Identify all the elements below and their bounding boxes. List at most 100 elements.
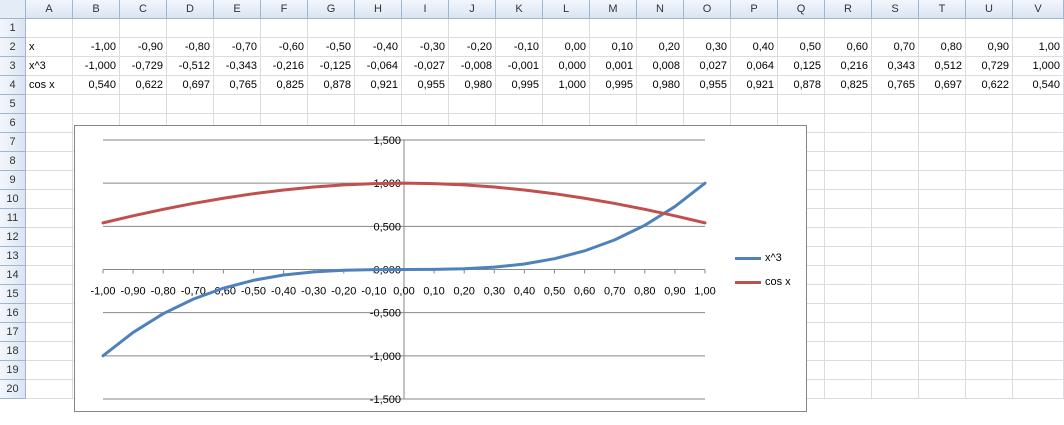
cell-r13[interactable] [825,247,872,266]
cell-l2[interactable]: 0,00 [543,38,590,57]
cell-s3[interactable]: 0,343 [872,57,919,76]
cell-i2[interactable]: -0,30 [402,38,449,57]
cell-f3[interactable]: -0,216 [261,57,308,76]
cell-e5[interactable] [214,95,261,114]
cell-s11[interactable] [872,209,919,228]
select-all-corner[interactable] [0,0,26,19]
cell-c1[interactable] [120,19,167,38]
cell-s14[interactable] [872,266,919,285]
cell-s10[interactable] [872,190,919,209]
cell-u11[interactable] [966,209,1013,228]
cell-v4[interactable]: 0,540 [1013,76,1064,95]
cell-m3[interactable]: 0,001 [590,57,637,76]
cell-r5[interactable] [825,95,872,114]
column-header-u[interactable]: U [966,0,1013,19]
column-header-k[interactable]: K [496,0,543,19]
cell-e3[interactable]: -0,343 [214,57,261,76]
row-header-10[interactable]: 10 [0,190,26,209]
cell-k5[interactable] [496,95,543,114]
cell-u16[interactable] [966,304,1013,323]
cell-n2[interactable]: 0,20 [637,38,684,57]
cell-t14[interactable] [919,266,966,285]
cell-u17[interactable] [966,323,1013,342]
cell-r2[interactable]: 0,60 [825,38,872,57]
cell-v13[interactable] [1013,247,1064,266]
cell-v18[interactable] [1013,342,1064,361]
row-header-17[interactable]: 17 [0,323,26,342]
cell-g1[interactable] [308,19,355,38]
cell-r6[interactable] [825,114,872,133]
cell-u9[interactable] [966,171,1013,190]
cell-a14[interactable] [26,266,73,285]
column-header-p[interactable]: P [731,0,778,19]
cell-q1[interactable] [778,19,825,38]
cell-v7[interactable] [1013,133,1064,152]
cell-c2[interactable]: -0,90 [120,38,167,57]
cell-p4[interactable]: 0,921 [731,76,778,95]
cell-v15[interactable] [1013,285,1064,304]
cell-n1[interactable] [637,19,684,38]
cell-s15[interactable] [872,285,919,304]
cell-u20[interactable] [966,380,1013,399]
cell-u7[interactable] [966,133,1013,152]
cell-e4[interactable]: 0,765 [214,76,261,95]
cell-s18[interactable] [872,342,919,361]
cell-p3[interactable]: 0,064 [731,57,778,76]
row-header-11[interactable]: 11 [0,209,26,228]
cell-s4[interactable]: 0,765 [872,76,919,95]
cell-v6[interactable] [1013,114,1064,133]
cell-v1[interactable] [1013,19,1064,38]
cell-d1[interactable] [167,19,214,38]
cell-a8[interactable] [26,152,73,171]
column-header-h[interactable]: H [355,0,402,19]
row-header-15[interactable]: 15 [0,285,26,304]
cell-d5[interactable] [167,95,214,114]
cell-b4[interactable]: 0,540 [73,76,120,95]
cell-j5[interactable] [449,95,496,114]
cell-f4[interactable]: 0,825 [261,76,308,95]
cell-e1[interactable] [214,19,261,38]
cell-s16[interactable] [872,304,919,323]
cell-j1[interactable] [449,19,496,38]
column-header-t[interactable]: T [919,0,966,19]
column-header-v[interactable]: V [1013,0,1064,19]
cell-m2[interactable]: 0,10 [590,38,637,57]
cell-j4[interactable]: 0,980 [449,76,496,95]
cell-v17[interactable] [1013,323,1064,342]
cell-h3[interactable]: -0,064 [355,57,402,76]
cell-r1[interactable] [825,19,872,38]
column-header-m[interactable]: M [590,0,637,19]
cell-q2[interactable]: 0,50 [778,38,825,57]
cell-s7[interactable] [872,133,919,152]
cell-k3[interactable]: -0,001 [496,57,543,76]
cell-a1[interactable] [26,19,73,38]
cell-a3[interactable]: x^3 [26,57,73,76]
cell-t18[interactable] [919,342,966,361]
column-header-r[interactable]: R [825,0,872,19]
cell-s1[interactable] [872,19,919,38]
cell-a6[interactable] [26,114,73,133]
cell-a16[interactable] [26,304,73,323]
cell-s19[interactable] [872,361,919,380]
row-header-14[interactable]: 14 [0,266,26,285]
cell-t5[interactable] [919,95,966,114]
row-header-13[interactable]: 13 [0,247,26,266]
cell-p1[interactable] [731,19,778,38]
cell-l3[interactable]: 0,000 [543,57,590,76]
cell-u5[interactable] [966,95,1013,114]
cell-p5[interactable] [731,95,778,114]
spreadsheet-grid[interactable]: ABCDEFGHIJKLMNOPQRSTUV 1 2 3 4 5 6 7 8 9 10 11 12 13… [0,0,1064,425]
cell-a17[interactable] [26,323,73,342]
cell-g2[interactable]: -0,50 [308,38,355,57]
cell-r3[interactable]: 0,216 [825,57,872,76]
cell-t20[interactable] [919,380,966,399]
cell-r20[interactable] [825,380,872,399]
cell-h4[interactable]: 0,921 [355,76,402,95]
column-header-e[interactable]: E [214,0,261,19]
cell-a11[interactable] [26,209,73,228]
cell-l1[interactable] [543,19,590,38]
cell-n5[interactable] [637,95,684,114]
cell-n4[interactable]: 0,980 [637,76,684,95]
cell-r16[interactable] [825,304,872,323]
cell-r4[interactable]: 0,825 [825,76,872,95]
